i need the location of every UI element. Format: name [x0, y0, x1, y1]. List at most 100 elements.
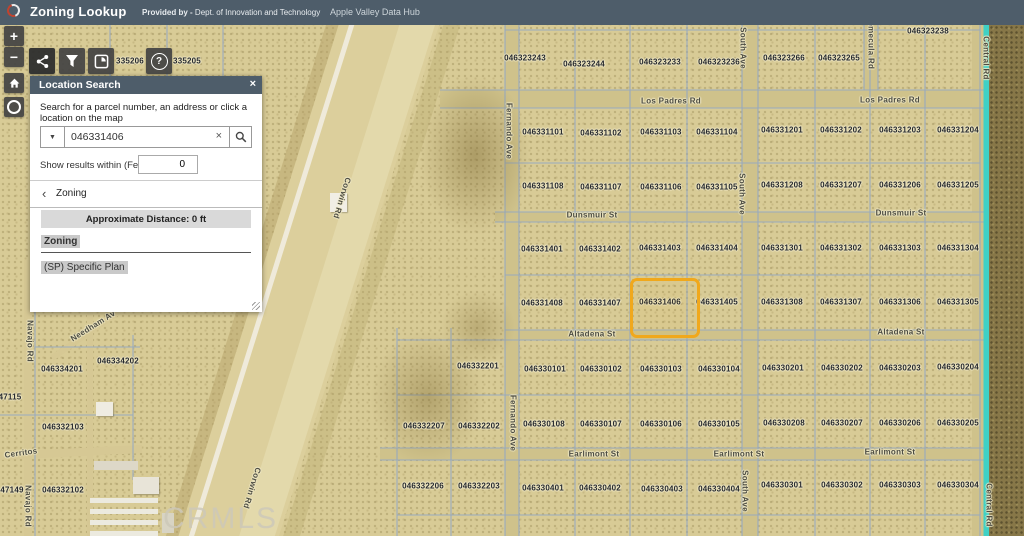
parcel-label[interactable]: 046331208: [761, 181, 803, 190]
parcel-label[interactable]: 046331404: [696, 244, 738, 253]
parcel-label[interactable]: 046330104: [698, 365, 740, 374]
parcel-label[interactable]: 046331306: [879, 298, 921, 307]
parcel-label[interactable]: 046331106: [640, 183, 681, 192]
parcel-label[interactable]: 335206: [116, 57, 144, 66]
help-widget-button[interactable]: ?: [146, 48, 172, 74]
parcel-label[interactable]: 046331302: [820, 244, 862, 253]
parcel-label[interactable]: 046331203: [879, 126, 921, 135]
share-widget-button[interactable]: [29, 48, 55, 74]
parcel-label[interactable]: 046331408: [521, 299, 563, 308]
parcel-label[interactable]: 046330108: [523, 420, 565, 429]
search-button[interactable]: [230, 126, 252, 148]
parcel-label[interactable]: 046330207: [821, 419, 863, 428]
parcel-label[interactable]: 046331207: [820, 181, 862, 190]
parcel-label[interactable]: 046331304: [937, 244, 979, 253]
parcel-label[interactable]: 046331308: [761, 298, 803, 307]
parcel-label[interactable]: 046330103: [640, 365, 682, 374]
parcel-label[interactable]: 046330202: [821, 364, 863, 373]
parcel-label[interactable]: 046330302: [821, 481, 863, 490]
parcel-label[interactable]: 046331303: [879, 244, 921, 253]
parcel-label[interactable]: 046323244: [563, 60, 605, 69]
parcel-label[interactable]: 046323233: [639, 58, 681, 67]
parcel-label[interactable]: 046331401: [521, 245, 563, 254]
parcel-label[interactable]: 046331104: [696, 128, 737, 137]
parcel-label[interactable]: 046331103: [640, 128, 681, 137]
parcel-label[interactable]: 046332203: [458, 482, 500, 491]
parcel-label[interactable]: 046330402: [579, 484, 621, 493]
home-extent-button[interactable]: [4, 73, 24, 93]
parcel-label[interactable]: 046330201: [762, 364, 804, 373]
parcel-label[interactable]: 046334202: [97, 357, 139, 366]
app-header: Zoning Lookup Provided by - Dept. of Inn…: [0, 0, 1024, 25]
parcel-label[interactable]: 046331202: [820, 126, 862, 135]
parcel-label[interactable]: 046330404: [698, 485, 740, 494]
street-label: Earlimont St: [865, 448, 916, 457]
parcel-label[interactable]: 046330301: [761, 481, 803, 490]
parcel-label[interactable]: 046331204: [937, 126, 979, 135]
parcel-label[interactable]: 046323265: [818, 54, 860, 63]
parcel-label[interactable]: 046331101: [522, 128, 563, 137]
data-hub-link[interactable]: Apple Valley Data Hub: [330, 7, 420, 17]
parcel-label[interactable]: 046331405: [696, 298, 738, 307]
zoom-in-button[interactable]: +: [4, 26, 24, 46]
parcel-label[interactable]: 335205: [173, 57, 201, 66]
locate-button[interactable]: [4, 97, 24, 117]
parcel-label[interactable]: 046331407: [579, 299, 621, 308]
parcel-label[interactable]: 046331108: [522, 182, 563, 191]
basemap-widget-button[interactable]: [88, 48, 114, 74]
radius-input[interactable]: [138, 155, 198, 174]
selected-parcel-highlight[interactable]: [630, 278, 700, 338]
parcel-label[interactable]: 046331402: [579, 245, 621, 254]
parcel-label[interactable]: 046330102: [580, 365, 622, 374]
search-input[interactable]: [64, 126, 230, 148]
parcel-label[interactable]: 47149: [0, 486, 23, 495]
parcel-label[interactable]: 046330208: [763, 419, 805, 428]
street-label: Earlimont St: [714, 450, 765, 459]
parcel-label[interactable]: 046323236: [698, 58, 740, 67]
parcel-label[interactable]: 046334201: [41, 365, 83, 374]
parcel-label[interactable]: 046331305: [937, 298, 979, 307]
parcel-label[interactable]: 046330204: [937, 363, 979, 372]
parcel-label[interactable]: 046332102: [42, 486, 84, 495]
parcel-label[interactable]: 046331206: [879, 181, 921, 190]
filter-widget-button[interactable]: [59, 48, 85, 74]
close-icon[interactable]: ×: [250, 78, 256, 90]
parcel-label[interactable]: 046323266: [763, 54, 805, 63]
parcel-label[interactable]: 046330303: [879, 481, 921, 490]
parcel-label[interactable]: 046330206: [879, 419, 921, 428]
panel-header[interactable]: Location Search ×: [30, 76, 262, 94]
parcel-label[interactable]: 046331102: [580, 129, 621, 138]
parcel-label[interactable]: 046330106: [640, 420, 682, 429]
street-label: Temecula Rd: [867, 25, 876, 69]
zoom-out-button[interactable]: −: [4, 47, 24, 67]
parcel-label[interactable]: 046323238: [907, 27, 949, 36]
parcel-label[interactable]: 046332201: [457, 362, 499, 371]
parcel-label[interactable]: 046331307: [820, 298, 862, 307]
parcel-label[interactable]: 046331403: [639, 244, 681, 253]
parcel-label[interactable]: 47115: [0, 393, 21, 402]
search-type-dropdown[interactable]: ▼: [40, 126, 64, 148]
parcel-label[interactable]: 046330401: [522, 484, 564, 493]
parcel-label[interactable]: 046331205: [937, 181, 979, 190]
parcel-label[interactable]: 046332202: [458, 422, 500, 431]
parcel-label[interactable]: 046331107: [580, 183, 621, 192]
parcel-label[interactable]: 046332206: [402, 482, 444, 491]
home-icon: [8, 77, 21, 90]
parcel-label[interactable]: 046332207: [403, 422, 445, 431]
parcel-label[interactable]: 046330107: [580, 420, 622, 429]
parcel-label[interactable]: 046331105: [696, 183, 737, 192]
parcel-label[interactable]: 046323243: [504, 54, 546, 63]
parcel-label[interactable]: 046332103: [42, 423, 84, 432]
parcel-label[interactable]: 046330203: [879, 364, 921, 373]
parcel-label[interactable]: 046330304: [937, 481, 979, 490]
parcel-label[interactable]: 046330105: [698, 420, 740, 429]
parcel-label[interactable]: 046330205: [937, 419, 979, 428]
zoning-back-row[interactable]: ‹ Zoning: [40, 186, 252, 202]
clear-search-icon[interactable]: ×: [216, 130, 222, 142]
app-title: Zoning Lookup: [30, 4, 126, 19]
panel-resize-handle[interactable]: [252, 302, 260, 310]
parcel-label[interactable]: 046331301: [761, 244, 803, 253]
parcel-label[interactable]: 046331201: [761, 126, 803, 135]
parcel-label[interactable]: 046330101: [524, 365, 566, 374]
parcel-label[interactable]: 046330403: [641, 485, 683, 494]
